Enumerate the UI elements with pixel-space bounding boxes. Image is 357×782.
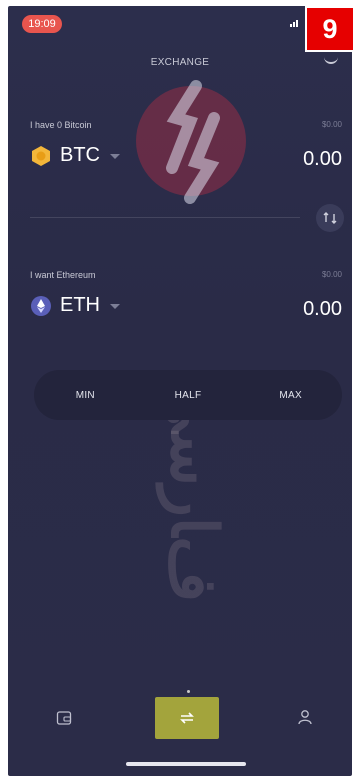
from-coin-symbol: BTC bbox=[60, 144, 100, 166]
half-button[interactable]: HALF bbox=[148, 375, 228, 415]
bottom-nav bbox=[8, 686, 352, 776]
chevron-down-icon bbox=[110, 154, 120, 159]
chevron-down-icon bbox=[110, 304, 120, 309]
to-usd-value: $0.00 bbox=[321, 270, 342, 279]
to-label: I want Ethereum bbox=[30, 270, 96, 280]
max-button[interactable]: MAX bbox=[251, 375, 331, 415]
from-label: I have 0 Bitcoin bbox=[30, 120, 92, 130]
page-title: EXCHANGE bbox=[150, 57, 210, 68]
min-button[interactable]: MIN bbox=[45, 375, 125, 415]
nav-wallet[interactable] bbox=[56, 710, 72, 731]
to-amount-input[interactable]: 0.00 bbox=[303, 298, 342, 321]
swap-direction-button[interactable] bbox=[316, 204, 344, 232]
to-coin-selector[interactable]: ETH bbox=[30, 294, 120, 317]
nav-exchange[interactable] bbox=[155, 697, 219, 739]
amount-preset-bar: MIN HALF MAX bbox=[34, 370, 342, 420]
wallet-icon bbox=[56, 711, 72, 725]
watermark-arrows-icon bbox=[166, 80, 220, 204]
home-indicator bbox=[126, 762, 246, 766]
swap-arrows-icon bbox=[323, 212, 337, 224]
to-coin-symbol: ETH bbox=[60, 294, 100, 316]
from-amount-input[interactable]: 0.00 bbox=[303, 148, 342, 171]
nav-profile[interactable] bbox=[297, 709, 313, 730]
phone-screen: ﻑﺎﺭﺳﯽ 19:09 EXCHANGE I have 0 Bitcoin $0… bbox=[8, 6, 352, 776]
status-time: 19:09 bbox=[22, 15, 62, 33]
signal-icon bbox=[290, 20, 298, 27]
bitcoin-icon bbox=[32, 145, 50, 166]
swap-icon bbox=[180, 712, 194, 724]
watermark-text: ﻑﺎﺭﺳﯽ bbox=[156, 379, 231, 603]
ethereum-icon bbox=[31, 295, 51, 316]
active-indicator-dot bbox=[187, 690, 190, 693]
from-usd-value: $0.00 bbox=[321, 120, 342, 129]
step-number-badge: 9 bbox=[305, 6, 355, 52]
user-icon bbox=[298, 710, 312, 725]
from-coin-selector[interactable]: BTC bbox=[30, 144, 120, 167]
divider bbox=[30, 217, 300, 218]
